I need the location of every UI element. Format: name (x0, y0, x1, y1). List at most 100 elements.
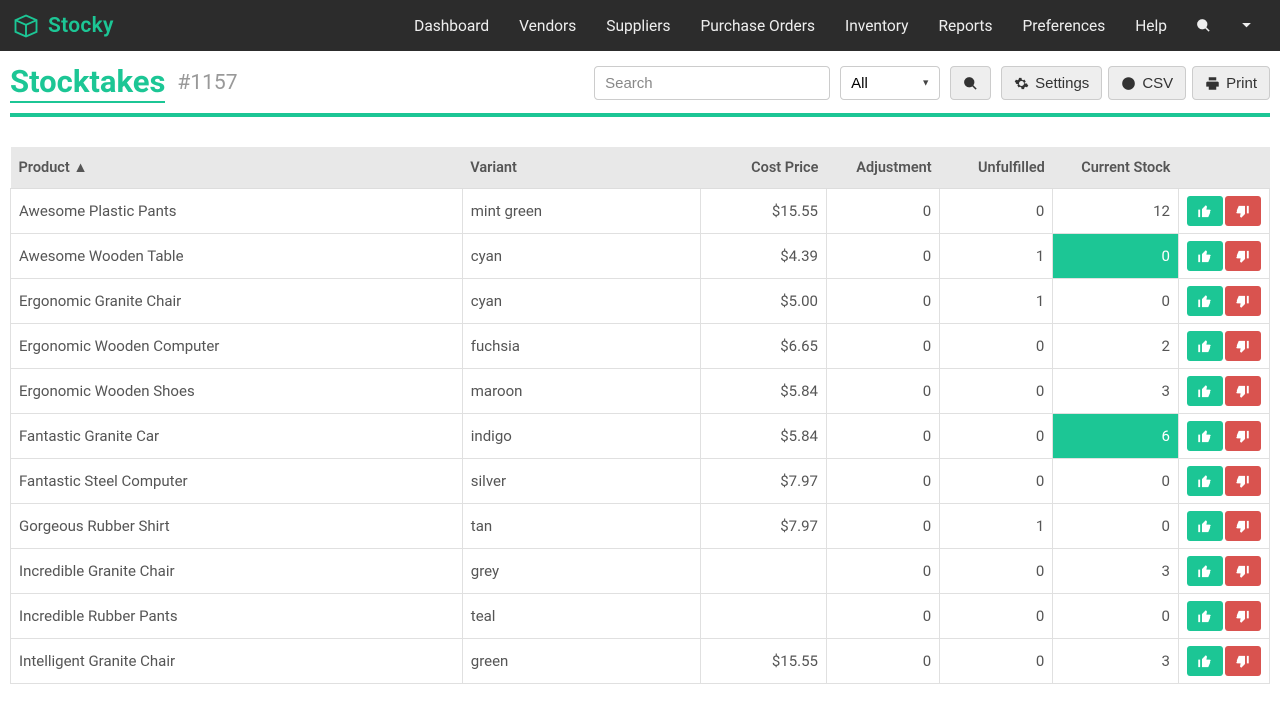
approve-button[interactable] (1187, 421, 1223, 451)
nav-preferences[interactable]: Preferences (1007, 0, 1120, 51)
stocktake-table: Product ▲ Variant Cost Price Adjustment … (10, 147, 1270, 684)
brand-logo[interactable]: Stocky (12, 12, 114, 40)
thumbs-up-icon (1197, 384, 1212, 399)
nav-reports[interactable]: Reports (923, 0, 1007, 51)
cell-stock: 3 (1053, 369, 1179, 414)
global-search-button[interactable] (1182, 0, 1225, 51)
cell-cost: $5.84 (701, 369, 827, 414)
col-adjustment[interactable]: Adjustment (826, 147, 939, 189)
print-label: Print (1226, 75, 1257, 92)
cell-stock: 0 (1053, 279, 1179, 324)
gear-icon (1014, 76, 1029, 91)
thumbs-down-icon (1235, 384, 1250, 399)
thumbs-down-icon (1235, 294, 1250, 309)
table-row: Awesome Wooden Tablecyan$4.39010 (11, 234, 1270, 279)
approve-button[interactable] (1187, 196, 1223, 226)
approve-button[interactable] (1187, 556, 1223, 586)
approve-button[interactable] (1187, 286, 1223, 316)
print-button[interactable]: Print (1192, 66, 1270, 100)
reject-button[interactable] (1225, 376, 1261, 406)
nav-purchase-orders[interactable]: Purchase Orders (685, 0, 830, 51)
reject-button[interactable] (1225, 196, 1261, 226)
table-row: Ergonomic Wooden Computerfuchsia$6.65002 (11, 324, 1270, 369)
approve-button[interactable] (1187, 241, 1223, 271)
table-row: Ergonomic Granite Chaircyan$5.00010 (11, 279, 1270, 324)
thumbs-up-icon (1197, 564, 1212, 579)
thumbs-up-icon (1197, 429, 1212, 444)
search-button[interactable] (950, 66, 991, 100)
cell-adjustment: 0 (826, 459, 939, 504)
cell-variant: grey (462, 549, 701, 594)
cell-stock: 3 (1053, 549, 1179, 594)
approve-button[interactable] (1187, 646, 1223, 676)
topbar: Stocky Dashboard Vendors Suppliers Purch… (0, 0, 1280, 51)
table-row: Fantastic Steel Computersilver$7.97000 (11, 459, 1270, 504)
approve-button[interactable] (1187, 331, 1223, 361)
cell-stock: 0 (1053, 234, 1179, 279)
col-actions (1178, 147, 1269, 189)
cell-adjustment: 0 (826, 639, 939, 684)
approve-button[interactable] (1187, 466, 1223, 496)
approve-button[interactable] (1187, 511, 1223, 541)
cell-unfulfilled: 0 (940, 639, 1053, 684)
cell-product: Gorgeous Rubber Shirt (11, 504, 463, 549)
filter-select[interactable]: All (840, 66, 940, 100)
page-title-link[interactable]: Stocktakes (10, 63, 165, 103)
page-content: Stocktakes #1157 All Settings CSV Print (0, 51, 1280, 694)
cell-unfulfilled: 0 (940, 459, 1053, 504)
nav-inventory[interactable]: Inventory (830, 0, 923, 51)
table-row: Intelligent Granite Chairgreen$15.55003 (11, 639, 1270, 684)
cell-actions (1178, 459, 1269, 504)
cell-product: Ergonomic Wooden Computer (11, 324, 463, 369)
approve-button[interactable] (1187, 601, 1223, 631)
cell-unfulfilled: 0 (940, 189, 1053, 234)
reject-button[interactable] (1225, 331, 1261, 361)
cell-product: Awesome Plastic Pants (11, 189, 463, 234)
reject-button[interactable] (1225, 511, 1261, 541)
col-product[interactable]: Product ▲ (11, 147, 463, 189)
cell-stock: 0 (1053, 504, 1179, 549)
cell-product: Ergonomic Wooden Shoes (11, 369, 463, 414)
cell-actions (1178, 234, 1269, 279)
settings-button[interactable]: Settings (1001, 66, 1102, 100)
more-menu-button[interactable] (1225, 0, 1268, 51)
reject-button[interactable] (1225, 601, 1261, 631)
reject-button[interactable] (1225, 646, 1261, 676)
csv-button[interactable]: CSV (1108, 66, 1186, 100)
cell-adjustment: 0 (826, 594, 939, 639)
thumbs-down-icon (1235, 609, 1250, 624)
cell-unfulfilled: 0 (940, 414, 1053, 459)
reject-button[interactable] (1225, 421, 1261, 451)
col-cost[interactable]: Cost Price (701, 147, 827, 189)
thumbs-up-icon (1197, 654, 1212, 669)
reject-button[interactable] (1225, 556, 1261, 586)
thumbs-down-icon (1235, 204, 1250, 219)
cell-adjustment: 0 (826, 549, 939, 594)
col-variant[interactable]: Variant (462, 147, 701, 189)
search-icon (963, 76, 978, 91)
cell-unfulfilled: 1 (940, 234, 1053, 279)
col-stock[interactable]: Current Stock (1053, 147, 1179, 189)
search-icon (1196, 18, 1211, 33)
nav-vendors[interactable]: Vendors (504, 0, 591, 51)
nav-help[interactable]: Help (1120, 0, 1182, 51)
cell-variant: cyan (462, 234, 701, 279)
cell-variant: cyan (462, 279, 701, 324)
box-icon (12, 12, 40, 40)
search-input[interactable] (594, 66, 830, 100)
thumbs-up-icon (1197, 609, 1212, 624)
approve-button[interactable] (1187, 376, 1223, 406)
cell-variant: teal (462, 594, 701, 639)
col-unfulfilled[interactable]: Unfulfilled (940, 147, 1053, 189)
reject-button[interactable] (1225, 241, 1261, 271)
thumbs-down-icon (1235, 474, 1250, 489)
nav-dashboard[interactable]: Dashboard (399, 0, 504, 51)
nav-suppliers[interactable]: Suppliers (591, 0, 685, 51)
cell-stock: 0 (1053, 459, 1179, 504)
reject-button[interactable] (1225, 466, 1261, 496)
thumbs-down-icon (1235, 429, 1250, 444)
cell-cost: $7.97 (701, 504, 827, 549)
cell-unfulfilled: 0 (940, 369, 1053, 414)
reject-button[interactable] (1225, 286, 1261, 316)
cell-actions (1178, 324, 1269, 369)
